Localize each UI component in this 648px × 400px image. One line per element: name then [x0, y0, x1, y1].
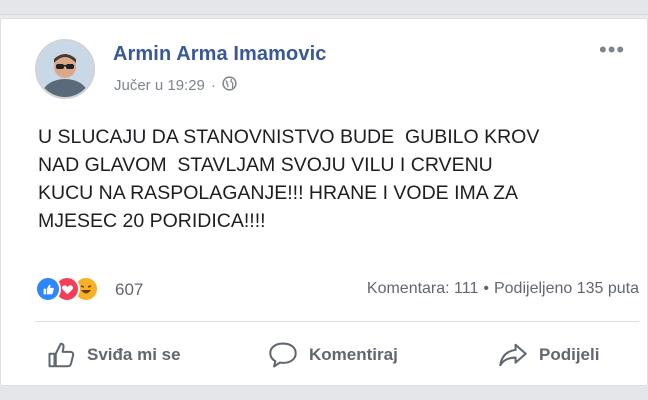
avatar-image: [37, 41, 93, 97]
speech-bubble-icon: [267, 341, 299, 369]
share-button[interactable]: Podijeli: [497, 339, 599, 371]
meta-separator: ·: [210, 77, 216, 94]
like-button[interactable]: Sviđa mi se: [47, 339, 181, 371]
post-body: U SLUCAJU DA STANOVNISTVO BUDE GUBILO KR…: [38, 123, 638, 235]
post-line: MJESEC 20 PORIDICA!!!!: [38, 210, 266, 232]
like-reaction-icon: [35, 276, 61, 302]
divider: [35, 321, 639, 322]
post-line: U SLUCAJU DA STANOVNISTVO BUDE GUBILO KR…: [38, 126, 540, 148]
comment-count[interactable]: Komentara: 111: [367, 280, 478, 298]
feed-bottom-strip: [0, 386, 648, 400]
post-meta: Jučer u 19:29 ·: [114, 76, 237, 95]
author-name[interactable]: Armin Arma Imamovic: [113, 43, 326, 66]
post-line: NAD GLAVOM STAVLJAM SVOJU VILU I CRVENU: [38, 154, 493, 176]
post-card: Armin Arma Imamovic Jučer u 19:29 · ••• …: [0, 18, 648, 386]
post-line: KUCU NA RASPOLAGANJE!!! HRANE I VODE IMA…: [38, 182, 519, 204]
comment-button-label: Komentiraj: [309, 345, 398, 364]
thumbs-up-icon: [47, 341, 77, 369]
stats-separator: •: [483, 280, 489, 297]
post-timestamp[interactable]: Jučer u 19:29: [114, 77, 205, 94]
comment-button[interactable]: Komentiraj: [267, 339, 398, 371]
share-arrow-icon: [497, 341, 529, 369]
like-button-label: Sviđa mi se: [87, 345, 181, 364]
reaction-icons[interactable]: [35, 276, 99, 302]
reaction-count[interactable]: 607: [115, 280, 143, 300]
share-button-label: Podijeli: [539, 345, 600, 364]
avatar[interactable]: [35, 39, 95, 99]
post-options-icon[interactable]: •••: [599, 39, 635, 63]
share-count[interactable]: Podijeljeno 135 puta: [494, 280, 639, 298]
feed-top-strip: [0, 0, 648, 15]
globe-icon: [222, 76, 237, 95]
post-stats: Komentara: 111 • Podijeljeno 135 puta: [367, 280, 639, 298]
